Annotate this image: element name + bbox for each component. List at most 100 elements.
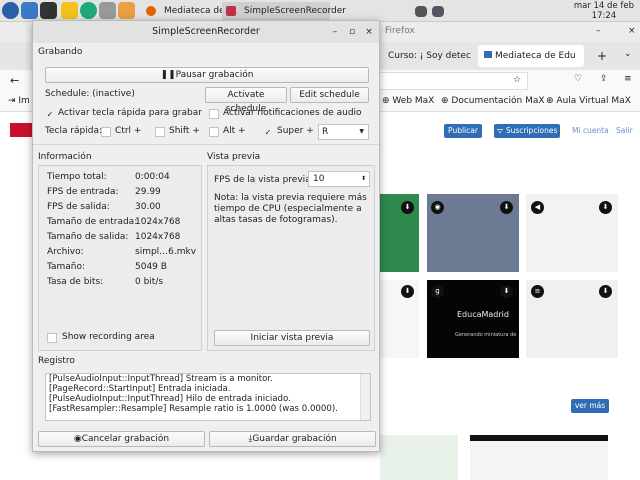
- media-thumb[interactable]: ≡ ⬇: [526, 280, 618, 358]
- shift-label: Shift +: [169, 126, 200, 136]
- bookmark-web-max[interactable]: ⊕ Web MaX: [382, 96, 434, 106]
- log-line: [PulseAudioInput::InputThread] Stream is…: [49, 374, 273, 384]
- alt-checkbox[interactable]: [209, 127, 219, 137]
- ssr-dialog: SimpleScreenRecorder – ▫ × Grabando ❚❚Pa…: [32, 20, 380, 452]
- chat-icon[interactable]: [415, 6, 427, 17]
- show-area-checkbox[interactable]: [47, 333, 57, 343]
- notes-icon[interactable]: [61, 2, 78, 19]
- log-line: [FastResampler::Resample] Resample ratio…: [49, 404, 338, 414]
- terminal-icon[interactable]: [40, 2, 57, 19]
- media-thumb[interactable]: [380, 435, 458, 480]
- alt-label: Alt +: [223, 126, 246, 136]
- key-select[interactable]: R ▼: [318, 124, 369, 140]
- close-icon[interactable]: ×: [362, 24, 376, 40]
- save-recording-button[interactable]: ⤓Guardar grabación: [209, 431, 376, 447]
- share-icon[interactable]: ⇪: [600, 74, 608, 84]
- media-thumb[interactable]: ⬇: [380, 194, 419, 272]
- section-recording-label: Grabando: [38, 47, 83, 57]
- log-line: [PulseAudioInput::InputThread] Hilo de e…: [49, 394, 291, 404]
- download-icon[interactable]: ⬇: [401, 285, 414, 298]
- camera-icon[interactable]: [432, 6, 444, 17]
- star-icon[interactable]: ☆: [513, 75, 521, 85]
- close-icon[interactable]: ×: [628, 26, 636, 36]
- divider: [33, 144, 379, 145]
- chevron-down-icon[interactable]: ⌄: [624, 49, 632, 59]
- ctrl-checkbox[interactable]: [101, 127, 111, 137]
- shift-checkbox[interactable]: [155, 127, 165, 137]
- app-icon[interactable]: [80, 2, 97, 19]
- download-icon[interactable]: ⬇: [599, 285, 612, 298]
- activate-schedule-button[interactable]: Activate schedule: [205, 87, 287, 114]
- hotkey-enable-checkbox[interactable]: ✓: [45, 109, 55, 119]
- media-thumb[interactable]: ◀ ⬇: [526, 194, 618, 272]
- super-checkbox[interactable]: ✓: [263, 127, 273, 137]
- dialog-title: SimpleScreenRecorder: [152, 26, 260, 37]
- menu-icon[interactable]: ≡: [624, 74, 632, 84]
- favicon-icon: [484, 51, 492, 58]
- download-icon[interactable]: ⬇: [500, 201, 513, 214]
- task-ssr[interactable]: SimpleScreenRecorder: [222, 2, 346, 20]
- bookmark-documentacion[interactable]: ⊕ Documentación MaX: [441, 96, 545, 106]
- preview-fps-label: FPS de la vista previa:: [214, 175, 314, 185]
- camera-icon: ◉: [431, 201, 444, 214]
- hotkey-label: Tecla rápida:: [45, 126, 103, 136]
- pause-icon: ❚❚: [160, 70, 176, 80]
- info-section-label: Información: [38, 152, 92, 162]
- audio-notif-label: Activar notificaciones de audio: [223, 108, 362, 118]
- desktop-icon[interactable]: [21, 2, 38, 19]
- pocket-icon[interactable]: ♡: [574, 74, 582, 84]
- see-more-button[interactable]: ver más: [571, 399, 609, 413]
- new-tab-icon[interactable]: +: [597, 49, 607, 63]
- tab-curso[interactable]: Curso: ¡ Soy detec ×: [382, 45, 477, 83]
- ctrl-label: Ctrl +: [115, 126, 142, 136]
- bookmark-import[interactable]: ⇥ Im: [8, 96, 30, 106]
- edit-schedule-button[interactable]: Edit schedule: [290, 87, 369, 103]
- audio-notif-checkbox[interactable]: [209, 109, 219, 119]
- tools-icon[interactable]: [99, 2, 116, 19]
- ssr-icon: [226, 6, 236, 16]
- taskbar: Mediateca de Educa... SimpleScreenRecord…: [0, 0, 640, 22]
- minimize-icon[interactable]: –: [328, 24, 342, 40]
- media-thumb[interactable]: ◉ ⬇: [427, 194, 519, 272]
- start-preview-button[interactable]: Iniciar vista previa: [214, 330, 370, 346]
- preview-fps-spinbox[interactable]: 10 ⬍: [308, 171, 370, 187]
- download-icon[interactable]: ⬇: [401, 201, 414, 214]
- info-panel: Tiempo total: 0:00:04 FPS de entrada: 29.9…: [38, 165, 202, 351]
- log-textarea[interactable]: [PulseAudioInput::InputThread] Stream is…: [45, 373, 371, 421]
- dropdown-arrow-icon: ▼: [359, 128, 364, 135]
- media-thumb[interactable]: [470, 435, 608, 480]
- audio-icon: ◀: [531, 201, 544, 214]
- logout-link[interactable]: Salir: [616, 126, 633, 135]
- pause-recording-button[interactable]: ❚❚Pausar grabación: [45, 67, 369, 83]
- tab-mediateca[interactable]: Mediateca de Edu ×: [478, 45, 584, 83]
- account-link[interactable]: Mi cuenta: [572, 126, 609, 135]
- download-icon[interactable]: ⬇: [500, 285, 513, 298]
- window-title: Firefox: [385, 26, 415, 36]
- subscriptions-button[interactable]: ᯤ Suscripciones: [494, 124, 560, 138]
- lock-icon[interactable]: [118, 2, 135, 19]
- preview-note: Nota: la vista previa requiere más tiemp…: [214, 193, 367, 225]
- url-input[interactable]: ☆: [380, 72, 528, 90]
- record-icon: ◉: [73, 434, 82, 444]
- log-scrollbar[interactable]: [360, 374, 370, 420]
- dialog-titlebar[interactable]: SimpleScreenRecorder – ▫ ×: [33, 21, 379, 43]
- document-icon: ≡: [531, 285, 544, 298]
- maximize-icon[interactable]: ▫: [345, 24, 359, 40]
- minimize-icon[interactable]: –: [596, 26, 601, 36]
- launcher-icon[interactable]: [2, 2, 19, 19]
- bookmark-aula-virtual[interactable]: ⊕ Aula Virtual MaX: [546, 96, 631, 106]
- back-icon[interactable]: ←: [10, 74, 19, 87]
- cancel-recording-button[interactable]: ◉Cancelar grabación: [38, 431, 205, 447]
- media-thumb[interactable]: ⬇: [380, 280, 419, 358]
- download-icon[interactable]: ⬇: [599, 201, 612, 214]
- media-thumb[interactable]: g ⬇ EducaMadrid Generando miniatura de: [427, 280, 519, 358]
- schedule-status: Schedule: (inactive): [45, 89, 135, 99]
- spin-arrows-icon[interactable]: ⬍: [361, 172, 366, 186]
- clock[interactable]: mar 14 de feb 17:24: [574, 1, 634, 21]
- preview-section-label: Vista previa: [207, 152, 261, 162]
- publish-button[interactable]: Publicar: [444, 124, 482, 138]
- brand-logo: EducaMadrid: [457, 310, 509, 319]
- log-line: [PageRecord::StartInput] Entrada iniciad…: [49, 384, 231, 394]
- madrid-logo: [10, 123, 32, 137]
- embed-icon: g: [431, 285, 444, 298]
